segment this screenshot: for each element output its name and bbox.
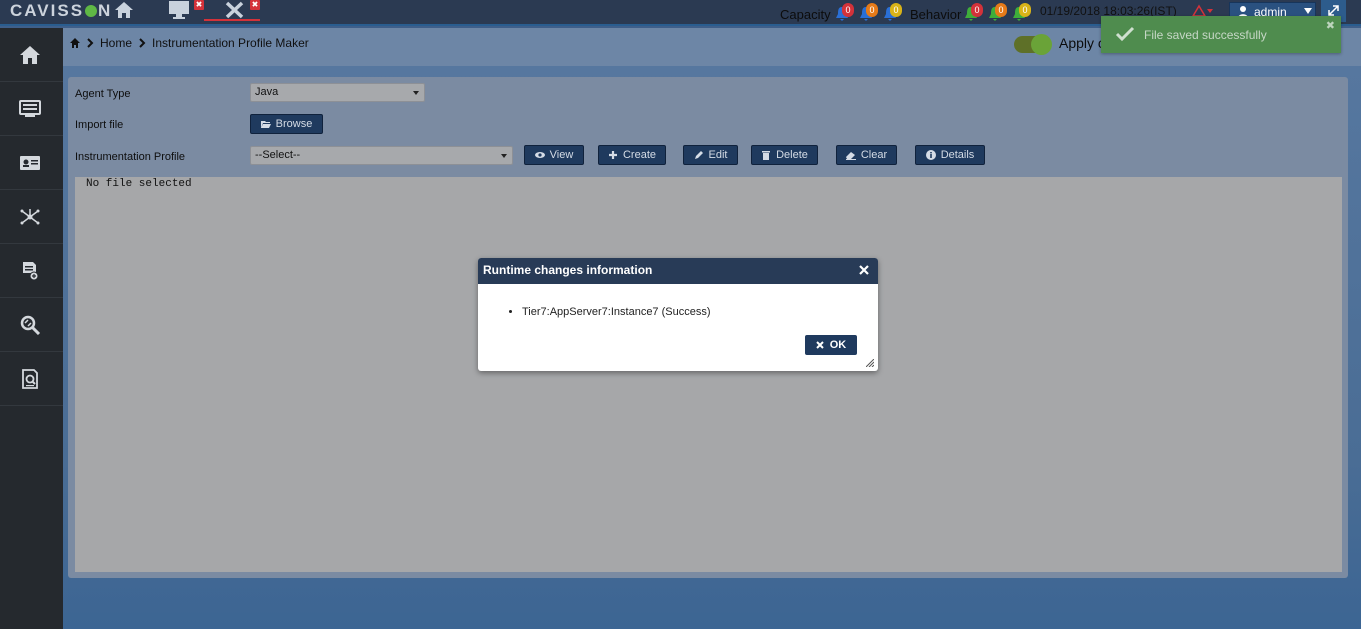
chevron-down-icon: [501, 154, 507, 158]
breadcrumb-home[interactable]: Home: [100, 36, 132, 50]
runtime-changes-dialog: Runtime changes information Tier7:AppSer…: [478, 258, 878, 371]
capacity-bell-icon[interactable]: 0: [858, 3, 878, 22]
top-home-icon[interactable]: [113, 0, 135, 21]
toggle-knob: [1031, 34, 1052, 55]
clear-button[interactable]: Clear: [836, 145, 897, 165]
capacity-bell-icon[interactable]: 0: [834, 3, 854, 22]
apply-label: Apply c: [1059, 35, 1105, 51]
capacity-bell-icon[interactable]: 0: [882, 3, 902, 22]
pencil-icon: [694, 151, 703, 159]
dialog-title: Runtime changes information: [483, 263, 653, 277]
close-icon[interactable]: ✖: [1326, 19, 1335, 32]
file-content-area[interactable]: [75, 177, 1342, 572]
monitor-icon: [19, 100, 41, 117]
browse-label: Browse: [275, 118, 313, 130]
dialog-result-list: Tier7:AppServer7:Instance7 (Success): [522, 306, 711, 318]
dialog-header: Runtime changes information: [478, 258, 878, 284]
behavior-label: Behavior: [910, 7, 962, 22]
delete-label: Delete: [776, 149, 808, 161]
profile-value: --Select--: [255, 149, 301, 161]
capacity-badge: 0: [866, 3, 878, 17]
details-label: Details: [940, 149, 975, 161]
browse-button[interactable]: Browse: [250, 114, 323, 134]
sidebar-item-monitor[interactable]: [0, 82, 63, 136]
clear-label: Clear: [860, 149, 888, 161]
file-status-text: No file selected: [86, 178, 192, 190]
capacity-label: Capacity: [780, 7, 831, 22]
list-item: Tier7:AppServer7:Instance7 (Success): [522, 306, 711, 318]
toast-message: File saved successfully: [1144, 28, 1267, 42]
agent-type-label: Agent Type: [75, 88, 131, 100]
behavior-bell-icon[interactable]: 0: [1011, 3, 1031, 22]
id-card-icon: [20, 156, 40, 170]
eraser-icon: [845, 152, 856, 160]
search-analyze-icon: [20, 315, 41, 335]
home-icon: [20, 46, 40, 64]
info-icon: [925, 150, 936, 160]
import-file-label: Import file: [75, 119, 124, 131]
success-toast: File saved successfully ✖: [1101, 16, 1341, 53]
tools-icon: [225, 1, 244, 19]
folder-open-icon: [260, 121, 271, 128]
capacity-badge: 0: [890, 3, 902, 17]
edit-label: Edit: [708, 149, 728, 161]
home-icon[interactable]: [70, 38, 80, 48]
monitor-icon: [169, 1, 189, 19]
behavior-badge: 0: [1019, 3, 1031, 17]
create-button[interactable]: Create: [598, 145, 666, 165]
agent-type-select[interactable]: Java: [250, 83, 425, 102]
eye-icon: [534, 152, 545, 158]
resize-grip-icon[interactable]: [866, 359, 874, 367]
behavior-badge: 0: [995, 3, 1007, 17]
ok-label: OK: [829, 339, 847, 351]
profile-label: Instrumentation Profile: [75, 151, 186, 163]
behavior-badge: 0: [971, 3, 983, 17]
sidebar-item-home[interactable]: [0, 28, 63, 82]
tab-monitor[interactable]: ✖: [168, 0, 204, 22]
sidebar-item-analyze[interactable]: [0, 298, 63, 352]
check-icon: [1115, 26, 1135, 42]
sidebar-item-profile[interactable]: [0, 136, 63, 190]
close-icon[interactable]: ✖: [194, 0, 204, 10]
sidebar-item-logs[interactable]: [0, 352, 63, 406]
apply-toggle[interactable]: [1014, 34, 1052, 55]
close-icon[interactable]: [859, 265, 869, 275]
ok-button[interactable]: OK: [805, 335, 857, 355]
app-logo: CAVISS N: [10, 1, 113, 20]
capacity-badge: 0: [842, 3, 854, 17]
edit-button[interactable]: Edit: [683, 145, 738, 165]
sidebar-item-reports[interactable]: [0, 244, 63, 298]
view-label: View: [549, 149, 574, 161]
active-tab-indicator: [204, 19, 260, 21]
report-icon: [23, 262, 39, 281]
details-button[interactable]: Details: [915, 145, 985, 165]
chevron-right-icon: [87, 38, 94, 48]
document-search-icon: [22, 369, 38, 389]
caret-down-icon: [1304, 8, 1312, 14]
trash-icon: [762, 151, 771, 160]
view-button[interactable]: View: [524, 145, 584, 165]
sidebar: [0, 28, 63, 629]
behavior-bell-icon[interactable]: 0: [987, 3, 1007, 22]
behavior-bell-icon[interactable]: 0: [963, 3, 983, 22]
delete-button[interactable]: Delete: [751, 145, 818, 165]
breadcrumb: Home Instrumentation Profile Maker: [70, 36, 309, 50]
sidebar-item-topology[interactable]: [0, 190, 63, 244]
profile-select[interactable]: --Select--: [250, 146, 513, 165]
close-icon: [816, 341, 824, 349]
agent-type-value: Java: [255, 86, 279, 98]
network-icon: [20, 209, 40, 225]
breadcrumb-current: Instrumentation Profile Maker: [152, 36, 309, 50]
close-icon[interactable]: ✖: [250, 0, 260, 10]
plus-icon: [608, 151, 617, 159]
chevron-right-icon: [139, 38, 146, 48]
create-label: Create: [622, 149, 657, 161]
chevron-down-icon: [413, 91, 419, 95]
